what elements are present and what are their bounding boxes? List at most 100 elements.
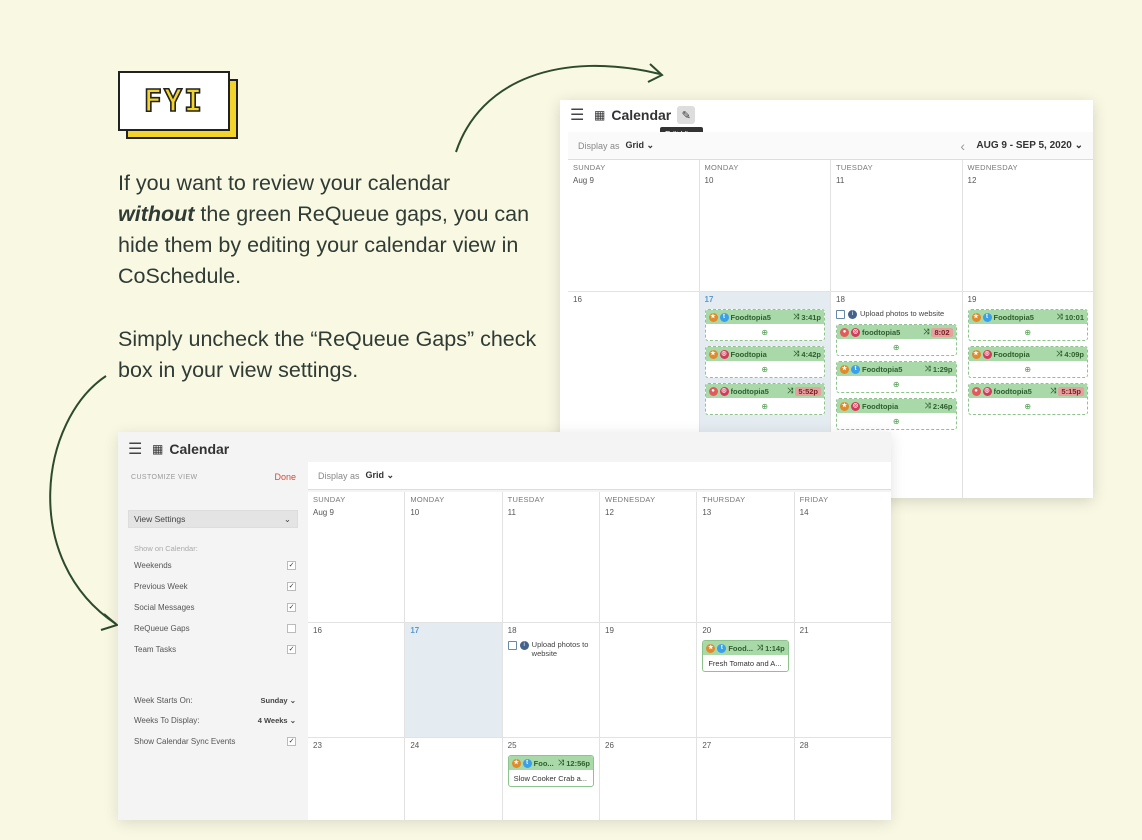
team-task[interactable]: i Upload photos to website — [507, 640, 594, 658]
menu-icon[interactable]: ☰ — [128, 439, 146, 459]
add-icon[interactable]: ⊕ — [761, 328, 768, 337]
calendar-day-cell[interactable]: 26 — [600, 738, 697, 820]
requeue-gap-post[interactable]: ★ t Foodtopia5 ⤨ 3:41p ⊕ — [704, 309, 825, 341]
view-settings-dropdown[interactable]: View Settings ⌄ — [128, 510, 298, 528]
date-number: 27 — [702, 741, 712, 750]
calendar-day-cell[interactable]: WEDNESDAY 12 — [962, 160, 1093, 291]
done-button[interactable]: Done — [274, 472, 296, 482]
date-number: 21 — [799, 626, 809, 635]
calendar-day-cell[interactable]: 21 — [794, 623, 891, 737]
week-starts-select[interactable]: Sunday ⌄ — [261, 696, 296, 705]
calendar-day-cell[interactable]: 19 ★ t Foodtopia5 ⤨ 10:01 ⊕ ★ ◎ Foodtopia ⤨ 4:09p ⊕ ●… — [962, 292, 1093, 498]
add-icon[interactable]: ⊕ — [893, 417, 900, 426]
calendar-day-cell[interactable]: WEDNESDAY 12 — [600, 492, 697, 622]
post-body: ⊕ — [837, 376, 956, 392]
date-number: 17 — [704, 295, 714, 304]
post-header: ★ t Food... ⤨ 1:14p — [703, 641, 788, 655]
date-number: 19 — [967, 295, 977, 304]
requeue-gap-post[interactable]: ★ ◎ Foodtopia ⤨ 2:46p ⊕ — [836, 398, 957, 430]
calendar-day-cell[interactable]: 23 — [308, 738, 405, 820]
shuffle-icon: ⤨ — [793, 349, 800, 358]
calendar-day-cell[interactable]: FRIDAY 14 — [794, 492, 891, 622]
sync-events-checkbox[interactable]: ✓ — [287, 737, 296, 746]
week-starts-value: Sunday — [260, 696, 288, 705]
view-option: Weekends ✓ — [134, 561, 296, 570]
add-icon[interactable]: ⊕ — [893, 380, 900, 389]
calendar-day-cell[interactable]: TUESDAY 11 — [831, 160, 962, 291]
calendar-day-cell[interactable]: 17 — [405, 623, 502, 737]
requeue-gap-post[interactable]: ● ◎ foodtopia5 ⤨ 8:02 ⊕ — [836, 324, 957, 356]
calendar-day-cell[interactable]: TUESDAY 11 — [502, 492, 599, 622]
requeue-gap-post[interactable]: ● ◎ foodtopia5 ⤨ 5:15p ⊕ — [967, 383, 1088, 415]
social-post[interactable]: ★ t Foo... ⤨ 12:56p Slow Cooker Crab a... — [507, 755, 594, 787]
calendar-day-cell[interactable]: SUNDAY Aug 9 — [568, 160, 699, 291]
calendar-day-cell[interactable]: 20 ★ t Food... ⤨ 1:14p Fresh Tomato and A... — [697, 623, 794, 737]
chevron-down-icon: ⌄ — [289, 716, 296, 725]
date-number: Aug 9 — [573, 176, 594, 185]
display-as-select[interactable]: Grid ⌄ — [366, 470, 395, 481]
view-option-checkbox[interactable] — [287, 624, 296, 633]
add-icon[interactable]: ⊕ — [761, 402, 768, 411]
requeue-gap-post[interactable]: ★ ◎ Foodtopia ⤨ 4:09p ⊕ — [967, 346, 1088, 378]
post-header: ★ ◎ Foodtopia ⤨ 4:42p — [705, 347, 824, 361]
date-number: 14 — [799, 508, 809, 517]
add-icon[interactable]: ⊕ — [1024, 328, 1031, 337]
calendar-day-cell[interactable]: 18 i Upload photos to website — [502, 623, 599, 737]
date-number: 18 — [836, 295, 845, 304]
date-range[interactable]: AUG 9 - SEP 5, 2020 ⌄ — [976, 140, 1083, 151]
calendar-day-cell[interactable]: SUNDAY Aug 9 — [308, 492, 405, 622]
weeks-to-display-select[interactable]: 4 Weeks ⌄ — [258, 716, 296, 725]
display-as-label: Display as — [578, 140, 620, 151]
instagram-icon: ◎ — [982, 386, 992, 396]
calendar-day-cell[interactable]: 28 — [794, 738, 891, 820]
view-option-checkbox[interactable]: ✓ — [287, 645, 296, 654]
view-option: Previous Week ✓ — [134, 582, 296, 591]
chevron-down-icon: ⌄ — [386, 470, 395, 480]
add-icon[interactable]: ⊕ — [1024, 365, 1031, 374]
task-icon: i — [848, 310, 857, 319]
brand-avatar-icon: ★ — [840, 401, 849, 411]
date-number: 16 — [313, 626, 322, 635]
task-checkbox[interactable] — [507, 641, 517, 650]
view-option-checkbox[interactable]: ✓ — [287, 603, 296, 612]
display-as-label: Display as — [318, 470, 360, 481]
post-header: ★ ◎ Foodtopia ⤨ 2:46p — [837, 399, 956, 413]
shuffle-icon: ⤨ — [1056, 312, 1063, 321]
page-title: Calendar — [611, 107, 672, 123]
calendar-day-cell[interactable]: 24 — [405, 738, 502, 820]
team-task[interactable]: i Upload photos to website — [836, 309, 957, 319]
calendar-icon: ▦ — [594, 108, 606, 122]
calendar-day-cell[interactable]: 19 — [600, 623, 697, 737]
avatar-icon: ● — [840, 327, 849, 337]
post-time: 2:46p — [932, 401, 953, 411]
date-number: 10 — [704, 176, 714, 185]
menu-icon[interactable]: ☰ — [570, 105, 588, 125]
calendar-day-cell[interactable]: 25 ★ t Foo... ⤨ 12:56p Slow Cooker Crab a... — [502, 738, 599, 820]
task-icon: i — [519, 641, 529, 650]
edit-view-button[interactable]: ✎ — [677, 106, 696, 124]
view-option-checkbox[interactable]: ✓ — [287, 582, 296, 591]
calendar-day-cell[interactable]: MONDAY 10 — [699, 160, 830, 291]
view-option-checkbox[interactable]: ✓ — [287, 561, 296, 570]
task-checkbox[interactable] — [836, 310, 845, 319]
requeue-gap-post[interactable]: ★ t Foodtopia5 ⤨ 1:29p ⊕ — [836, 361, 957, 393]
add-icon[interactable]: ⊕ — [761, 365, 768, 374]
calendar-day-cell[interactable]: 16 — [308, 623, 405, 737]
display-as-select[interactable]: Grid ⌄ — [626, 140, 655, 151]
day-name: TUESDAY — [836, 163, 873, 172]
requeue-gap-post[interactable]: ★ ◎ Foodtopia ⤨ 4:42p ⊕ — [704, 346, 825, 378]
calendar-day-cell[interactable]: 27 — [697, 738, 794, 820]
titlebar: ☰ ▦ Calendar — [118, 432, 891, 462]
requeue-gap-post[interactable]: ★ t Foodtopia5 ⤨ 10:01 ⊕ — [967, 309, 1088, 341]
post-header: ★ t Foodtopia5 ⤨ 1:29p — [837, 362, 956, 376]
social-post[interactable]: ★ t Food... ⤨ 1:14p Fresh Tomato and A... — [702, 640, 789, 672]
chevron-down-icon: ⌄ — [289, 696, 296, 705]
add-icon[interactable]: ⊕ — [893, 343, 900, 352]
chevron-left-icon[interactable]: ‹ — [960, 138, 965, 154]
add-icon[interactable]: ⊕ — [1024, 402, 1031, 411]
calendar-day-cell[interactable]: MONDAY 10 — [405, 492, 502, 622]
fyi-badge: FYI — [118, 71, 238, 139]
requeue-gap-post[interactable]: ● ◎ foodtopia5 ⤨ 5:52p ⊕ — [704, 383, 825, 415]
calendar-day-cell[interactable]: THURSDAY 13 — [697, 492, 794, 622]
date-number: 13 — [702, 508, 712, 517]
